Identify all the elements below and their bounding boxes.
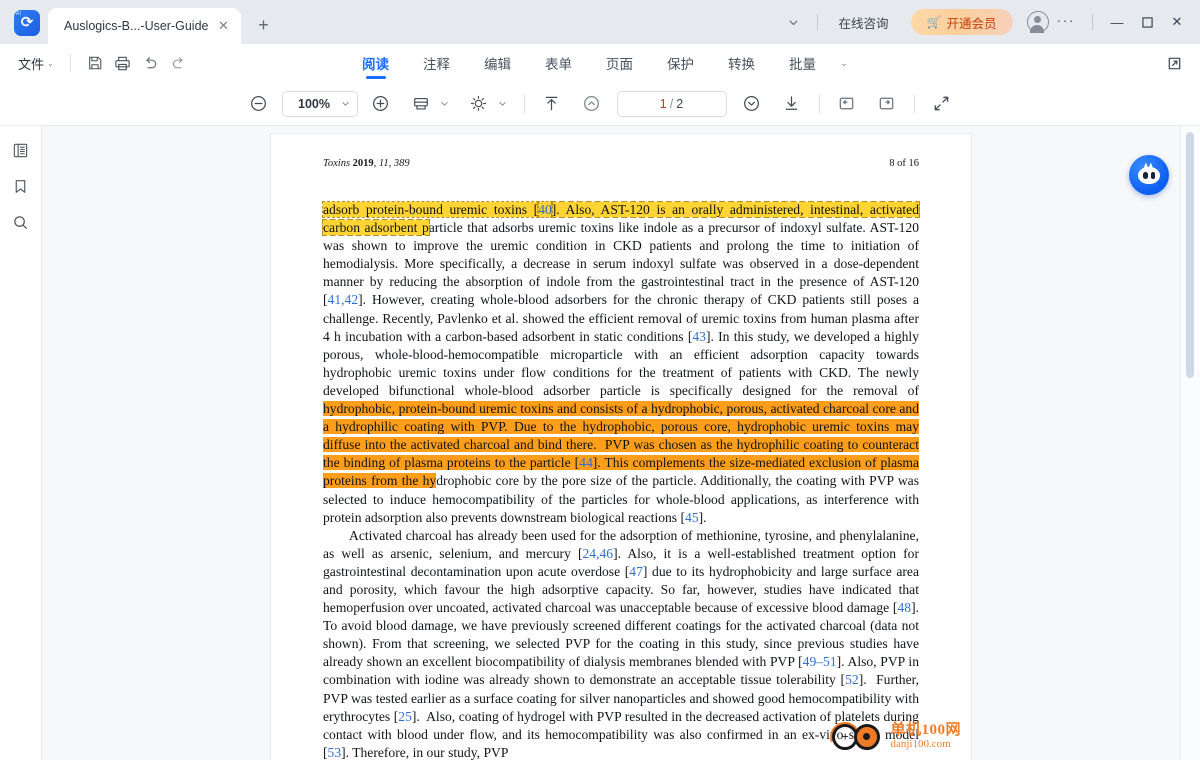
tab-batch[interactable]: 批量 — [772, 44, 833, 82]
chevron-down-icon[interactable] — [436, 89, 454, 119]
undo-icon[interactable] — [137, 50, 165, 76]
reference-link[interactable]: 40 — [537, 201, 553, 218]
reference-link[interactable]: 45 — [685, 510, 699, 525]
menu-bar: 文件 ⌄ 阅读 注释 编辑 表单 页面 保护 转换 批量 ⌄ — [0, 44, 1200, 82]
tab-convert[interactable]: 转换 — [711, 44, 772, 82]
new-tab-button[interactable]: + — [249, 10, 279, 40]
avatar[interactable] — [1026, 11, 1049, 33]
external-link-icon[interactable] — [1160, 50, 1188, 76]
window-controls-area: 在线咨询 🛒 开通会员 ··· — ✕ — [780, 0, 1200, 44]
page-separator: / — [669, 96, 674, 111]
previous-view-icon[interactable] — [832, 89, 862, 119]
divider — [523, 94, 525, 113]
zoom-in-button[interactable] — [366, 89, 396, 119]
document-text-run: ]. — [698, 509, 707, 525]
ribbon-tabs: 阅读 注释 编辑 表单 页面 保护 转换 批量 ⌄ — [345, 44, 855, 82]
tab-page[interactable]: 页面 — [589, 44, 650, 82]
reference-link[interactable]: 47 — [629, 564, 643, 579]
chevron-down-icon[interactable]: ⌄ — [833, 44, 855, 82]
app-logo-icon: AI ⟳ — [14, 10, 40, 36]
more-options-button[interactable]: ··· — [1053, 12, 1084, 33]
page-down-icon[interactable] — [737, 89, 767, 119]
divider — [1092, 14, 1093, 30]
redo-icon[interactable] — [165, 50, 193, 76]
browser-tab-strip: AI ⟳ Auslogics-B...-User-Guide ✕ + 在线咨询 … — [0, 0, 1200, 44]
reference-link[interactable]: 44 — [579, 455, 593, 471]
chevron-down-icon[interactable] — [494, 89, 512, 119]
minimize-button[interactable]: — — [1102, 8, 1132, 36]
window-close-button[interactable]: ✕ — [1162, 8, 1192, 36]
open-vip-button[interactable]: 🛒 开通会员 — [910, 9, 1013, 35]
bookmark-icon[interactable] — [7, 172, 35, 200]
search-icon[interactable] — [7, 208, 35, 236]
chevron-down-icon[interactable] — [780, 8, 808, 36]
page-body-text[interactable]: adsorb protein-bound uremic toxins [40].… — [321, 200, 920, 760]
maximize-button[interactable] — [1132, 8, 1162, 36]
page-of-total: 8 of 16 — [889, 158, 919, 169]
page-layout-icon[interactable] — [406, 89, 436, 119]
document-paragraph: adsorb protein-bound uremic toxins [40].… — [321, 200, 920, 527]
pdf-viewer[interactable]: Toxins 2019, 11, 389 8 of 16 adsorb prot… — [42, 126, 1200, 760]
reference-link[interactable]: 24,46 — [583, 546, 614, 561]
ai-assistant-icon — [1138, 162, 1160, 184]
close-icon[interactable]: ✕ — [215, 17, 233, 35]
tab-edit[interactable]: 编辑 — [467, 44, 528, 82]
zoom-out-button[interactable] — [244, 89, 274, 119]
tab-form[interactable]: 表单 — [528, 44, 589, 82]
open-vip-label: 开通会员 — [946, 16, 997, 31]
highlight-annotation-yellow[interactable]: adsorb protein-bound uremic toxins [ — [321, 201, 540, 218]
scroll-to-top-icon[interactable] — [537, 89, 567, 119]
workspace: Toxins 2019, 11, 389 8 of 16 adsorb prot… — [0, 126, 1200, 760]
reference-link[interactable]: 41,42 — [328, 292, 359, 307]
page-up-icon[interactable] — [577, 89, 607, 119]
divider — [69, 54, 71, 72]
view-toolbar: 100% 1 / 2 — [0, 82, 1200, 126]
save-icon[interactable] — [81, 50, 109, 76]
vertical-scrollbar-track[interactable] — [1180, 126, 1200, 760]
thumbnails-icon[interactable] — [7, 136, 35, 164]
chevron-down-icon: ⌄ — [47, 58, 54, 68]
reference-link[interactable]: 43 — [692, 329, 706, 344]
file-menu-label: 文件 — [18, 56, 45, 72]
journal-citation: Toxins 2019, 11, 389 — [323, 158, 410, 169]
pdf-page[interactable]: Toxins 2019, 11, 389 8 of 16 adsorb prot… — [271, 134, 971, 760]
file-menu-button[interactable]: 文件 ⌄ — [12, 50, 60, 77]
divider — [913, 94, 915, 113]
reference-link[interactable]: 49–51 — [803, 654, 837, 669]
page-number-input[interactable]: 1 / 2 — [616, 90, 727, 117]
page-running-header: Toxins 2019, 11, 389 8 of 16 — [323, 158, 919, 169]
reference-link[interactable]: 25 — [398, 709, 412, 724]
document-tab-label: Auslogics-B...-User-Guide — [64, 19, 209, 33]
divider — [818, 94, 820, 113]
reference-link[interactable]: 53 — [328, 745, 342, 760]
next-view-icon[interactable] — [872, 89, 902, 119]
ai-assistant-button[interactable] — [1129, 155, 1169, 195]
journal-name: Toxins — [323, 158, 353, 169]
app-logo-glyph: ⟳ — [20, 14, 34, 31]
document-paragraph: Activated charcoal has already been used… — [323, 527, 919, 760]
journal-volume: , 11, 389 — [373, 158, 410, 169]
reference-link[interactable]: 52 — [845, 672, 859, 687]
print-icon[interactable] — [109, 50, 137, 76]
left-sidebar — [0, 126, 42, 760]
journal-year: 2019 — [352, 158, 374, 169]
online-consult-button[interactable]: 在线咨询 — [827, 13, 901, 32]
cart-icon: 🛒 — [926, 15, 942, 29]
tab-annotate[interactable]: 注释 — [406, 44, 467, 82]
zoom-level-select[interactable]: 100% — [281, 90, 358, 117]
total-pages-value: 2 — [676, 96, 684, 111]
download-icon[interactable] — [777, 89, 807, 119]
brightness-icon[interactable] — [464, 89, 494, 119]
tab-read[interactable]: 阅读 — [345, 44, 406, 82]
tab-protect[interactable]: 保护 — [650, 44, 711, 82]
document-text-run: ]. Therefore, in our study, PVP — [341, 744, 509, 760]
divider — [816, 14, 818, 30]
current-page-value: 1 — [659, 96, 667, 111]
document-tab[interactable]: Auslogics-B...-User-Guide ✕ — [48, 8, 241, 44]
fullscreen-icon[interactable] — [927, 89, 957, 119]
reference-link[interactable]: 48 — [897, 600, 911, 615]
menubar-right-area — [1160, 50, 1188, 76]
vertical-scrollbar-thumb[interactable] — [1186, 132, 1194, 378]
zoom-level-value: 100% — [298, 96, 330, 111]
